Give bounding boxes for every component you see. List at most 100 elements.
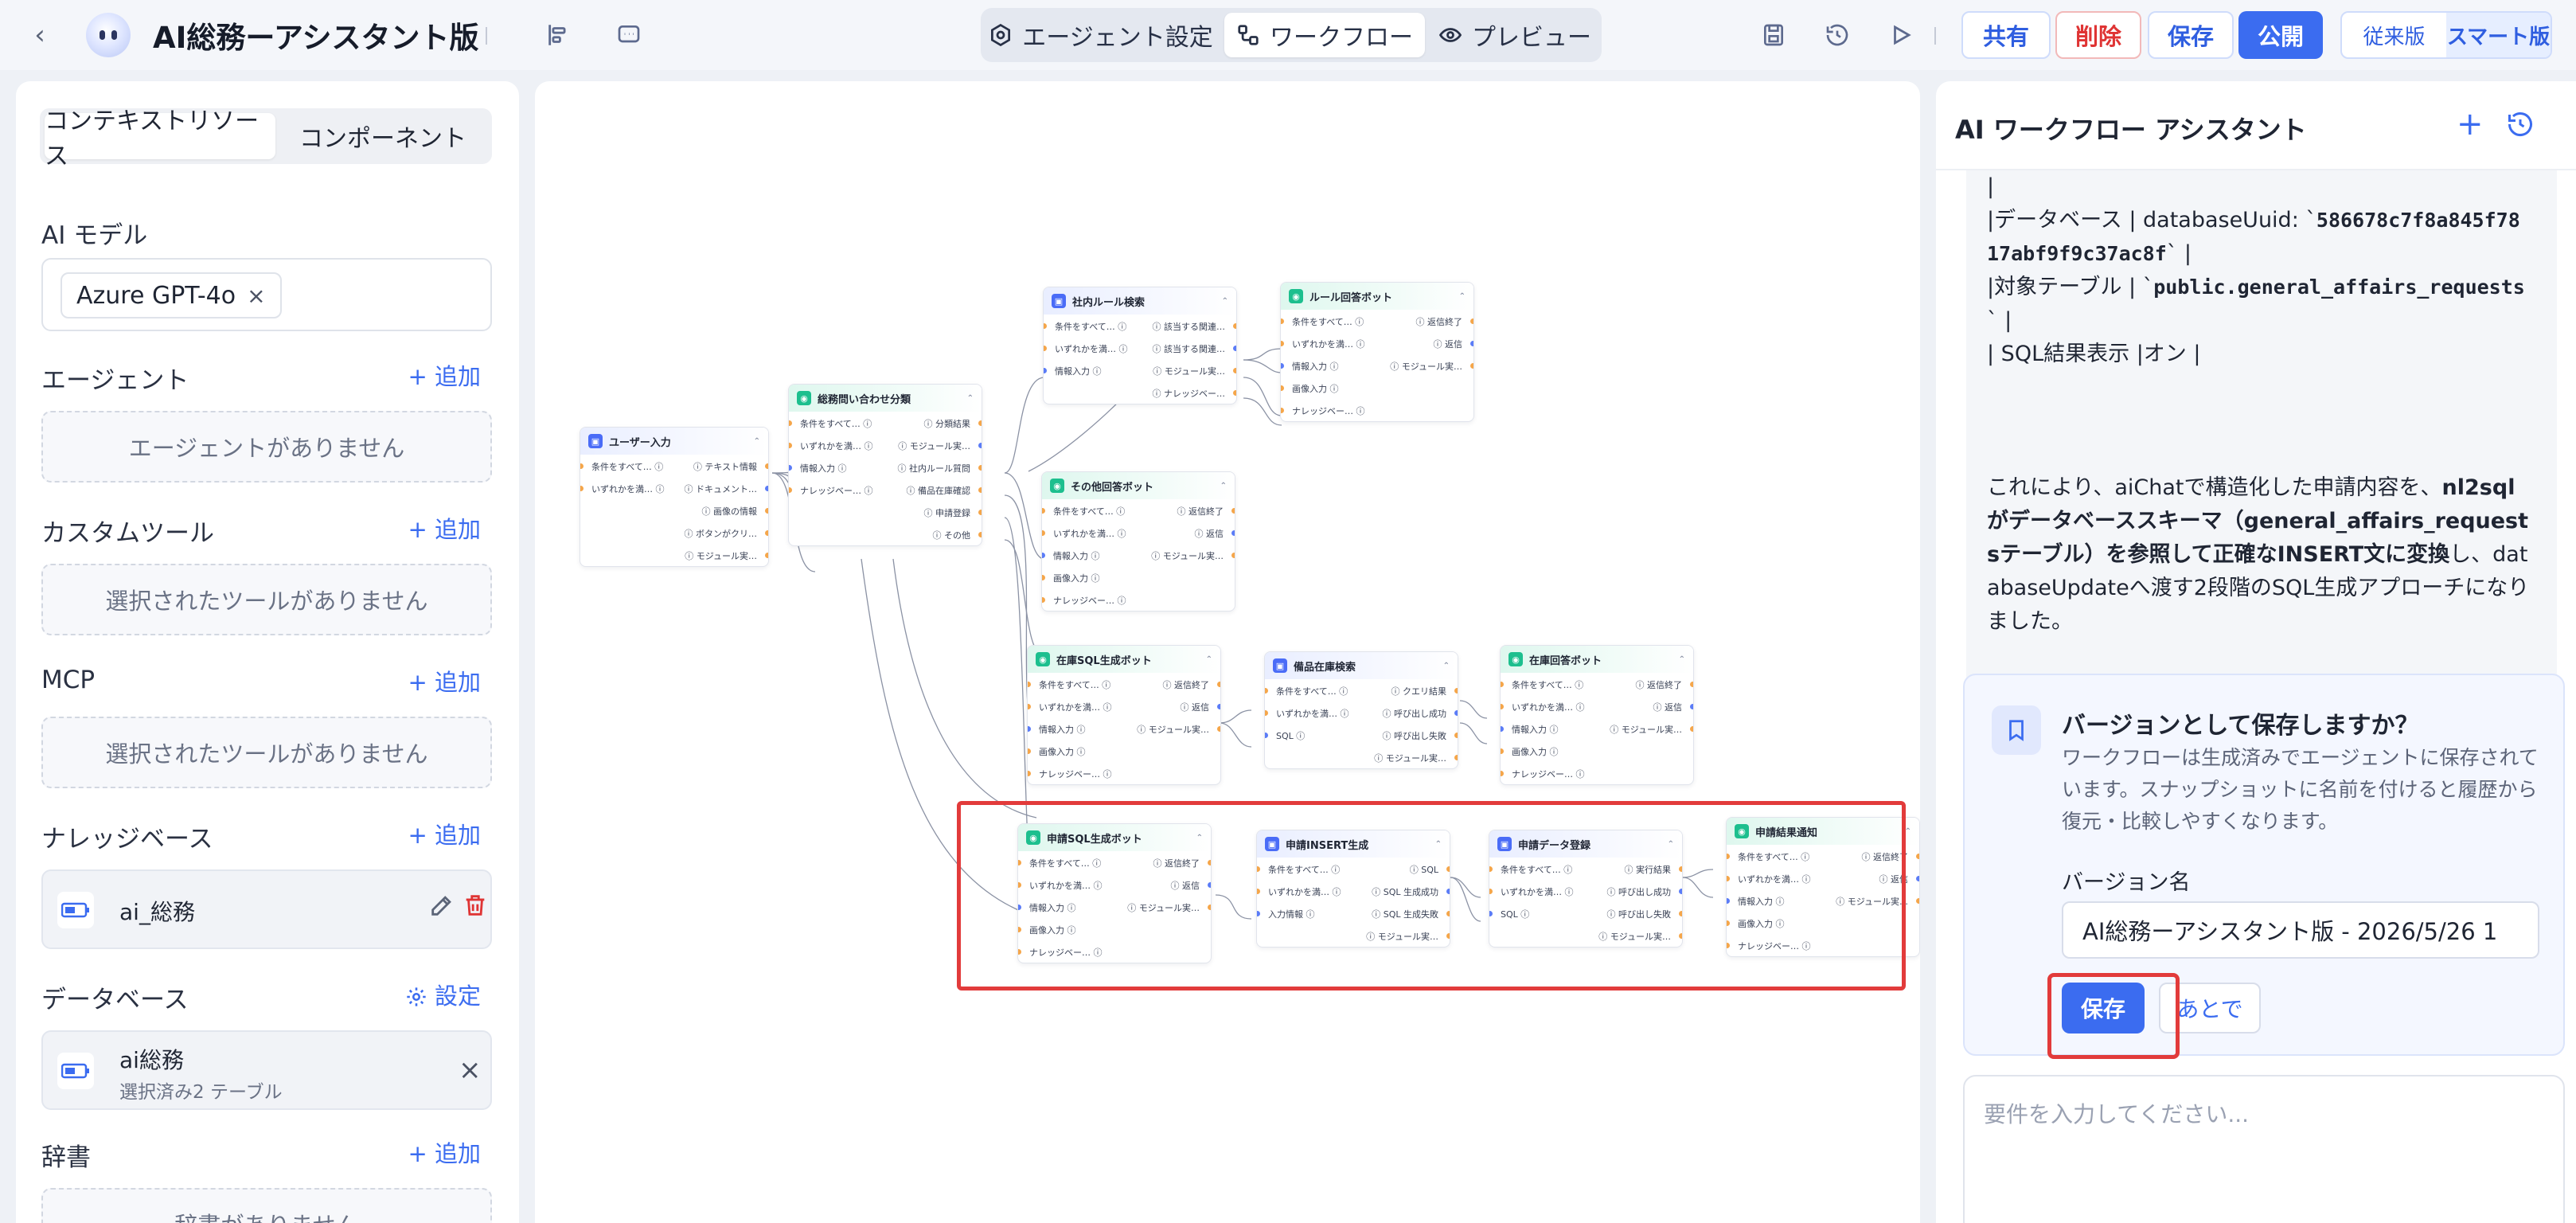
run-icon[interactable] [1883, 18, 1918, 53]
input-port[interactable] [1028, 726, 1031, 732]
chevron-up-icon[interactable]: ⌃ [1443, 662, 1450, 670]
chevron-up-icon[interactable]: ⌃ [1222, 297, 1228, 306]
output-port[interactable] [1217, 682, 1220, 687]
node-header[interactable]: ▣ 備品在庫検索 ⌃ [1265, 652, 1458, 679]
chevron-up-icon[interactable]: ⌃ [754, 437, 760, 446]
output-port[interactable] [978, 532, 982, 537]
workflow-canvas[interactable]: ▣ ユーザー入力 ⌃ 条件をすべて… ⓘ ⓘ テキスト情報 いずれかを満… ⓘ ⓘ ドキュメ… [535, 81, 1920, 1223]
input-port[interactable] [1042, 508, 1045, 514]
input-port[interactable] [1281, 385, 1284, 391]
output-port[interactable] [1454, 755, 1458, 760]
workflow-node-stock-sql-bot[interactable]: ◉ 在庫SQL生成ボット ⌃ 条件をすべて… ⓘ ⓘ 返信終了 いずれかを満… ⓘ ⓘ 返信… [1027, 645, 1221, 785]
share-button[interactable]: 共有 [1961, 11, 2051, 59]
input-port[interactable] [1501, 726, 1504, 732]
input-port[interactable] [789, 487, 792, 493]
output-port[interactable] [1233, 346, 1236, 351]
output-port[interactable] [978, 510, 982, 515]
chevron-up-icon[interactable]: ⌃ [1220, 482, 1227, 490]
workflow-node-other-bot[interactable]: ◉ その他回答ボット ⌃ 条件をすべて… ⓘ ⓘ 返信終了 いずれかを満… ⓘ ⓘ 返信 情報… [1041, 471, 1235, 612]
back-icon[interactable]: ‹ [24, 0, 56, 70]
add-dictionary-button[interactable]: + 追加 [408, 1135, 481, 1169]
input-port[interactable] [1281, 318, 1284, 324]
chevron-up-icon[interactable]: ⌃ [967, 394, 974, 403]
workflow-node-stock-search[interactable]: ▣ 備品在庫検索 ⌃ 条件をすべて… ⓘ ⓘ クエリ結果 いずれかを満… ⓘ ⓘ 呼び出し成… [1264, 651, 1458, 769]
output-port[interactable] [1454, 733, 1458, 738]
input-port[interactable] [1028, 682, 1031, 687]
output-port[interactable] [1233, 323, 1236, 329]
classic-version-option[interactable]: 従来版 [2342, 13, 2446, 57]
layout-icon[interactable] [541, 18, 576, 53]
output-port[interactable] [1916, 854, 1919, 859]
close-icon[interactable]: × [459, 1054, 482, 1086]
output-port[interactable] [1231, 508, 1235, 514]
chat-icon[interactable] [611, 18, 646, 53]
tab-workflow[interactable]: ワークフロー [1224, 13, 1425, 57]
input-port[interactable] [1265, 710, 1268, 716]
add-knowledge-button[interactable]: + 追加 [408, 817, 481, 850]
output-port[interactable] [978, 465, 982, 471]
version-name-input[interactable] [2062, 901, 2539, 959]
output-port[interactable] [1470, 363, 1473, 369]
delete-button[interactable]: 削除 [2055, 11, 2141, 59]
input-port[interactable] [1042, 575, 1045, 580]
tab-agent-settings[interactable]: エージェント設定 [986, 13, 1216, 57]
tab-components[interactable]: コンポーネント [279, 113, 487, 159]
publish-button[interactable]: 公開 [2238, 11, 2323, 59]
output-port[interactable] [1217, 704, 1220, 709]
output-port[interactable] [1231, 553, 1235, 558]
input-port[interactable] [1044, 323, 1047, 329]
edit-icon[interactable] [428, 892, 455, 922]
workflow-node-rule-search[interactable]: ▣ 社内ルール検索 ⌃ 条件をすべて… ⓘ ⓘ 該当する関連… いずれかを満… ⓘ ⓘ 該当… [1043, 287, 1237, 404]
input-port[interactable] [1042, 553, 1045, 558]
input-port[interactable] [1044, 368, 1047, 373]
output-port[interactable] [1690, 682, 1693, 687]
output-port[interactable] [1454, 688, 1458, 694]
input-port[interactable] [1265, 688, 1268, 694]
input-port[interactable] [1281, 341, 1284, 346]
input-port[interactable] [1501, 748, 1504, 754]
output-port[interactable] [1916, 898, 1919, 904]
input-port[interactable] [1028, 771, 1031, 776]
history-icon[interactable] [1820, 18, 1855, 53]
output-port[interactable] [978, 487, 982, 493]
input-port[interactable] [1028, 748, 1031, 754]
output-port[interactable] [765, 508, 768, 514]
input-port[interactable] [1501, 771, 1504, 776]
add-mcp-button[interactable]: + 追加 [408, 664, 481, 697]
input-port[interactable] [1044, 346, 1047, 351]
output-port[interactable] [1454, 710, 1458, 716]
input-port[interactable] [1281, 363, 1284, 369]
input-port[interactable] [1281, 408, 1284, 413]
input-port[interactable] [789, 420, 792, 426]
chevron-up-icon[interactable]: ⌃ [1459, 292, 1466, 301]
output-port[interactable] [1690, 726, 1693, 732]
tab-preview[interactable]: プレビュー [1433, 13, 1597, 57]
input-port[interactable] [789, 443, 792, 448]
input-port[interactable] [580, 463, 584, 469]
trash-icon[interactable] [462, 892, 489, 922]
input-port[interactable] [1042, 597, 1045, 603]
tab-context-resources[interactable]: コンテキストリソース [45, 107, 275, 170]
database-settings-button[interactable]: 設定 [405, 978, 481, 1011]
output-port[interactable] [765, 463, 768, 469]
output-port[interactable] [1470, 318, 1473, 324]
node-header[interactable]: ◉ その他回答ボット ⌃ [1042, 472, 1235, 499]
history-icon[interactable] [2506, 110, 2535, 142]
input-port[interactable] [1501, 704, 1504, 709]
output-port[interactable] [1217, 726, 1220, 732]
output-port[interactable] [1231, 530, 1235, 536]
requirement-input[interactable]: 要件を入力してください... [1963, 1075, 2565, 1223]
output-port[interactable] [765, 530, 768, 536]
input-port[interactable] [1028, 704, 1031, 709]
output-port[interactable] [765, 486, 768, 491]
close-icon[interactable]: × [247, 283, 265, 309]
save-button[interactable]: 保存 [2148, 11, 2234, 59]
smart-version-option[interactable]: スマート版 [2446, 13, 2551, 57]
output-port[interactable] [1690, 704, 1693, 709]
output-port[interactable] [1233, 390, 1236, 396]
workflow-node-rule-bot[interactable]: ◉ ルール回答ボット ⌃ 条件をすべて… ⓘ ⓘ 返信終了 いずれかを満… ⓘ ⓘ 返信 情報… [1280, 282, 1474, 422]
output-port[interactable] [978, 420, 982, 426]
input-port[interactable] [1265, 733, 1268, 738]
model-select[interactable]: Azure GPT-4o × [41, 258, 492, 331]
node-header[interactable]: ◉ 総務問い合わせ分類 ⌃ [789, 385, 982, 412]
